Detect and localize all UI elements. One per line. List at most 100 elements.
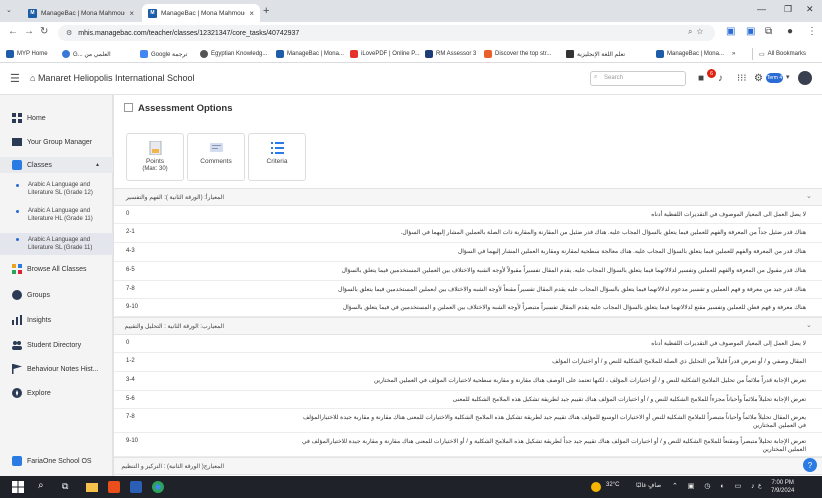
- bookmark[interactable]: ManageBac | Mona...: [276, 48, 344, 60]
- close-window-icon[interactable]: ✕: [806, 4, 814, 15]
- close-tab-icon[interactable]: ×: [249, 9, 254, 18]
- notifications-icon[interactable]: ♪: [718, 73, 723, 84]
- hamburger-menu-icon[interactable]: ☰: [10, 72, 20, 85]
- messages-icon[interactable]: ■: [698, 73, 704, 84]
- sidebar-class-item[interactable]: Arabic A Language and Literature HL (Grad…: [0, 205, 113, 225]
- rubric-row: 4-3 هناك قدر من المعرفة والفهم للعملين في…: [114, 243, 822, 262]
- chevron-down-icon[interactable]: ⌄: [806, 192, 812, 200]
- bookmark[interactable]: MYP Home: [6, 48, 48, 60]
- sidebar-item-fariaone[interactable]: FariaOne School OS: [0, 454, 113, 468]
- tab-label: ManageBac | Mona Mahmoud: [161, 9, 246, 17]
- user-avatar[interactable]: [798, 71, 812, 85]
- url-field[interactable]: ⚙ mhis.managebac.com/teacher/classes/123…: [58, 25, 715, 41]
- weather-desc: صافٍ غالبًا: [636, 483, 662, 489]
- tab-search-icon[interactable]: ⌄: [6, 6, 12, 14]
- sidebar-item-behaviour-notes[interactable]: Behaviour Notes Hist...: [0, 362, 113, 376]
- sidebar-item-browse-classes[interactable]: Browse All Classes: [0, 262, 113, 276]
- browser-tab-2[interactable]: M ManageBac | Mona Mahmoud ×: [142, 4, 260, 22]
- chevron-down-icon[interactable]: ▾: [786, 73, 790, 81]
- apps-grid-icon[interactable]: ⁝⁝⁝: [737, 73, 747, 84]
- bookmarks-bar: MYP Home G... العلمي من Google ترجمة Egy…: [0, 44, 822, 63]
- sidebar-item-explore[interactable]: Explore: [0, 386, 113, 400]
- school-name[interactable]: ⌂ Manaret Heliopolis International Schoo…: [30, 73, 195, 83]
- bookmark[interactable]: تعلم اللغة الإنجليزية: [566, 48, 625, 60]
- help-icon[interactable]: ?: [803, 458, 817, 472]
- criterion-section-header[interactable]: المعيارج( الورقة الثانية) : التركيز و ال…: [114, 457, 822, 475]
- bookmark[interactable]: Google ترجمة: [140, 48, 187, 60]
- word-icon[interactable]: [130, 481, 142, 493]
- settings-icon[interactable]: ⚙: [754, 73, 763, 84]
- chevron-right-icon: »: [732, 51, 736, 57]
- search-icon[interactable]: ⌕: [38, 480, 50, 492]
- forward-icon[interactable]: →: [24, 26, 34, 37]
- sidebar-class-item-active[interactable]: Arabic A Language and Literature SL (Grad…: [0, 233, 113, 255]
- sidebar-item-groups[interactable]: Groups: [0, 288, 113, 302]
- option-comments[interactable]: Comments: [187, 133, 245, 181]
- criterion-section-header[interactable]: المعيارب: الورقة الثانية : التحليل والتق…: [114, 317, 822, 335]
- sidebar-item-group-manager[interactable]: Your Group Manager: [0, 135, 113, 149]
- search-input[interactable]: ⌕ Search: [590, 71, 686, 86]
- profile-icon[interactable]: ●: [787, 26, 793, 37]
- weather-temp[interactable]: 32°C: [606, 482, 619, 488]
- all-bookmarks[interactable]: ▭ All Bookmarks: [752, 48, 806, 60]
- site-info-icon[interactable]: ⚙: [66, 29, 72, 37]
- bookmark[interactable]: G... العلمي من: [62, 48, 111, 60]
- chrome-icon[interactable]: [152, 481, 164, 493]
- chevron-down-icon[interactable]: ⌄: [806, 321, 812, 329]
- reload-icon[interactable]: ↻: [40, 26, 48, 37]
- close-tab-icon[interactable]: ×: [129, 9, 134, 18]
- extensions-icon[interactable]: ⧉: [765, 26, 772, 37]
- app-header: ☰ ⌂ Manaret Heliopolis International Sch…: [0, 63, 822, 95]
- sidebar-item-student-directory[interactable]: Student Directory: [0, 338, 113, 352]
- extension-icon[interactable]: ▣: [726, 26, 735, 37]
- menu-icon[interactable]: ⋮: [807, 26, 817, 37]
- windows-start-icon[interactable]: [12, 481, 24, 493]
- sidebar-item-home[interactable]: Home: [0, 111, 113, 125]
- system-clock[interactable]: 7:00 PM 7/9/2024: [771, 479, 794, 495]
- bookmarks-overflow[interactable]: »: [732, 48, 735, 60]
- bookmark[interactable]: Discover the top str...: [484, 48, 551, 60]
- rubric-row: 2-1 هناك قدر ضئيل جداً من المعرفة والفهم …: [114, 224, 822, 243]
- bookmark-star-icon[interactable]: ☆: [696, 27, 707, 36]
- browser-tab-1[interactable]: M ManageBac | Mona Mahmoud ×: [22, 4, 140, 22]
- classes-icon: [12, 160, 22, 170]
- file-explorer-icon[interactable]: [86, 481, 98, 493]
- minimize-icon[interactable]: —: [757, 4, 766, 14]
- url-text: mhis.managebac.com/teacher/classes/12321…: [78, 29, 300, 37]
- maximize-icon[interactable]: ❐: [784, 4, 792, 15]
- bookmark-icon: [62, 50, 70, 58]
- bookmark-icon: [6, 50, 14, 58]
- extension-icon[interactable]: ▣: [746, 26, 755, 37]
- bookmark[interactable]: ManageBac | Mona...: [656, 48, 724, 60]
- bookmark[interactable]: RM Assessor 3: [425, 48, 476, 60]
- term-selector[interactable]: Term 4: [766, 73, 783, 83]
- home-icon: ⌂: [30, 73, 38, 83]
- office-icon[interactable]: [108, 481, 120, 493]
- sidebar-item-classes[interactable]: Classes ▴: [0, 157, 113, 173]
- system-tray-icons[interactable]: ⌃ ▣ ◷ ◐ ▭ ♪: [672, 482, 759, 490]
- back-icon[interactable]: ←: [8, 26, 18, 37]
- sidebar-item-insights[interactable]: Insights: [0, 313, 113, 327]
- rubric-row: 7-8 يعرض المقال تحليلاً ملائماً وأحياناً …: [114, 409, 822, 433]
- bookmark[interactable]: iLovePDF | Online P...: [350, 48, 419, 60]
- group-manager-icon: [12, 138, 22, 146]
- managebac-favicon: [276, 50, 284, 58]
- option-criteria[interactable]: Criteria: [248, 133, 306, 181]
- sidebar-class-item[interactable]: Arabic A Language and Literature SL (Grad…: [0, 179, 113, 199]
- browse-grid-icon: [12, 264, 22, 274]
- address-bar: ← → ↻ ⚙ mhis.managebac.com/teacher/class…: [0, 22, 822, 44]
- bookmark[interactable]: Egyptian Knowledg...: [200, 48, 267, 60]
- omnibox-actions: ⌕☆: [688, 27, 707, 37]
- option-points[interactable]: Points (Max: 30): [126, 133, 184, 181]
- keyboard-layout[interactable]: ع: [758, 482, 762, 489]
- browser-tabstrip: ⌄ M ManageBac | Mona Mahmoud × M ManageB…: [0, 0, 822, 22]
- folder-icon: ▭: [759, 51, 765, 58]
- new-tab-icon[interactable]: +: [263, 5, 269, 17]
- task-view-icon[interactable]: ⧉: [62, 481, 74, 493]
- main-content: Assessment Options Points (Max: 30) Comm…: [114, 95, 822, 476]
- rubric-row: 6-5 هناك قدر مقبول من المعرفة والفهم للعم…: [114, 262, 822, 281]
- criterion-section-header[interactable]: المعيارأ: (الورقة الثانية ): الفهم والتف…: [114, 188, 822, 206]
- bullet: [16, 210, 19, 213]
- compass-icon: [12, 388, 22, 398]
- google-translate-icon: [140, 50, 148, 58]
